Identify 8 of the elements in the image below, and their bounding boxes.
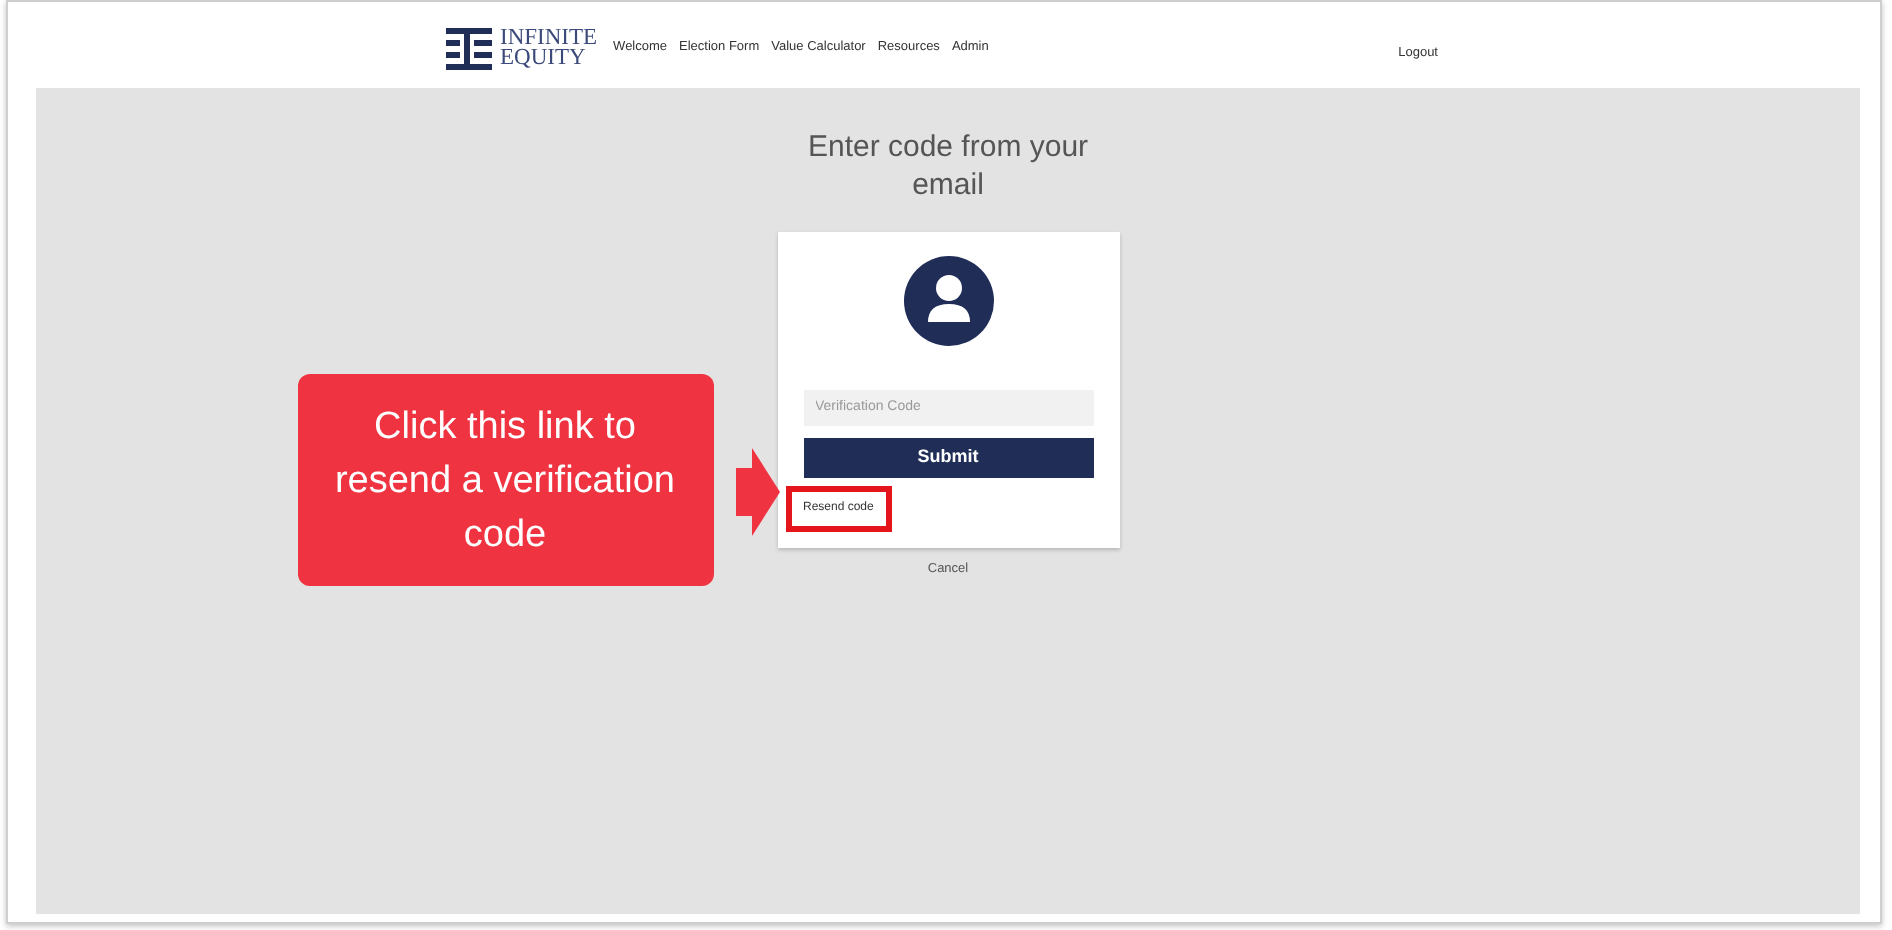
submit-button[interactable]: Submit <box>803 438 1093 478</box>
arrow-icon <box>735 448 779 536</box>
brand-text: EQUITY <box>500 48 588 68</box>
user-avatar-icon <box>903 256 993 346</box>
page-heading: Enter code from your email <box>805 128 1091 204</box>
logo-icon <box>446 27 492 69</box>
brand-text: INFINITE <box>500 28 598 48</box>
callout-box: Click this link to resend a verification code <box>297 374 713 586</box>
